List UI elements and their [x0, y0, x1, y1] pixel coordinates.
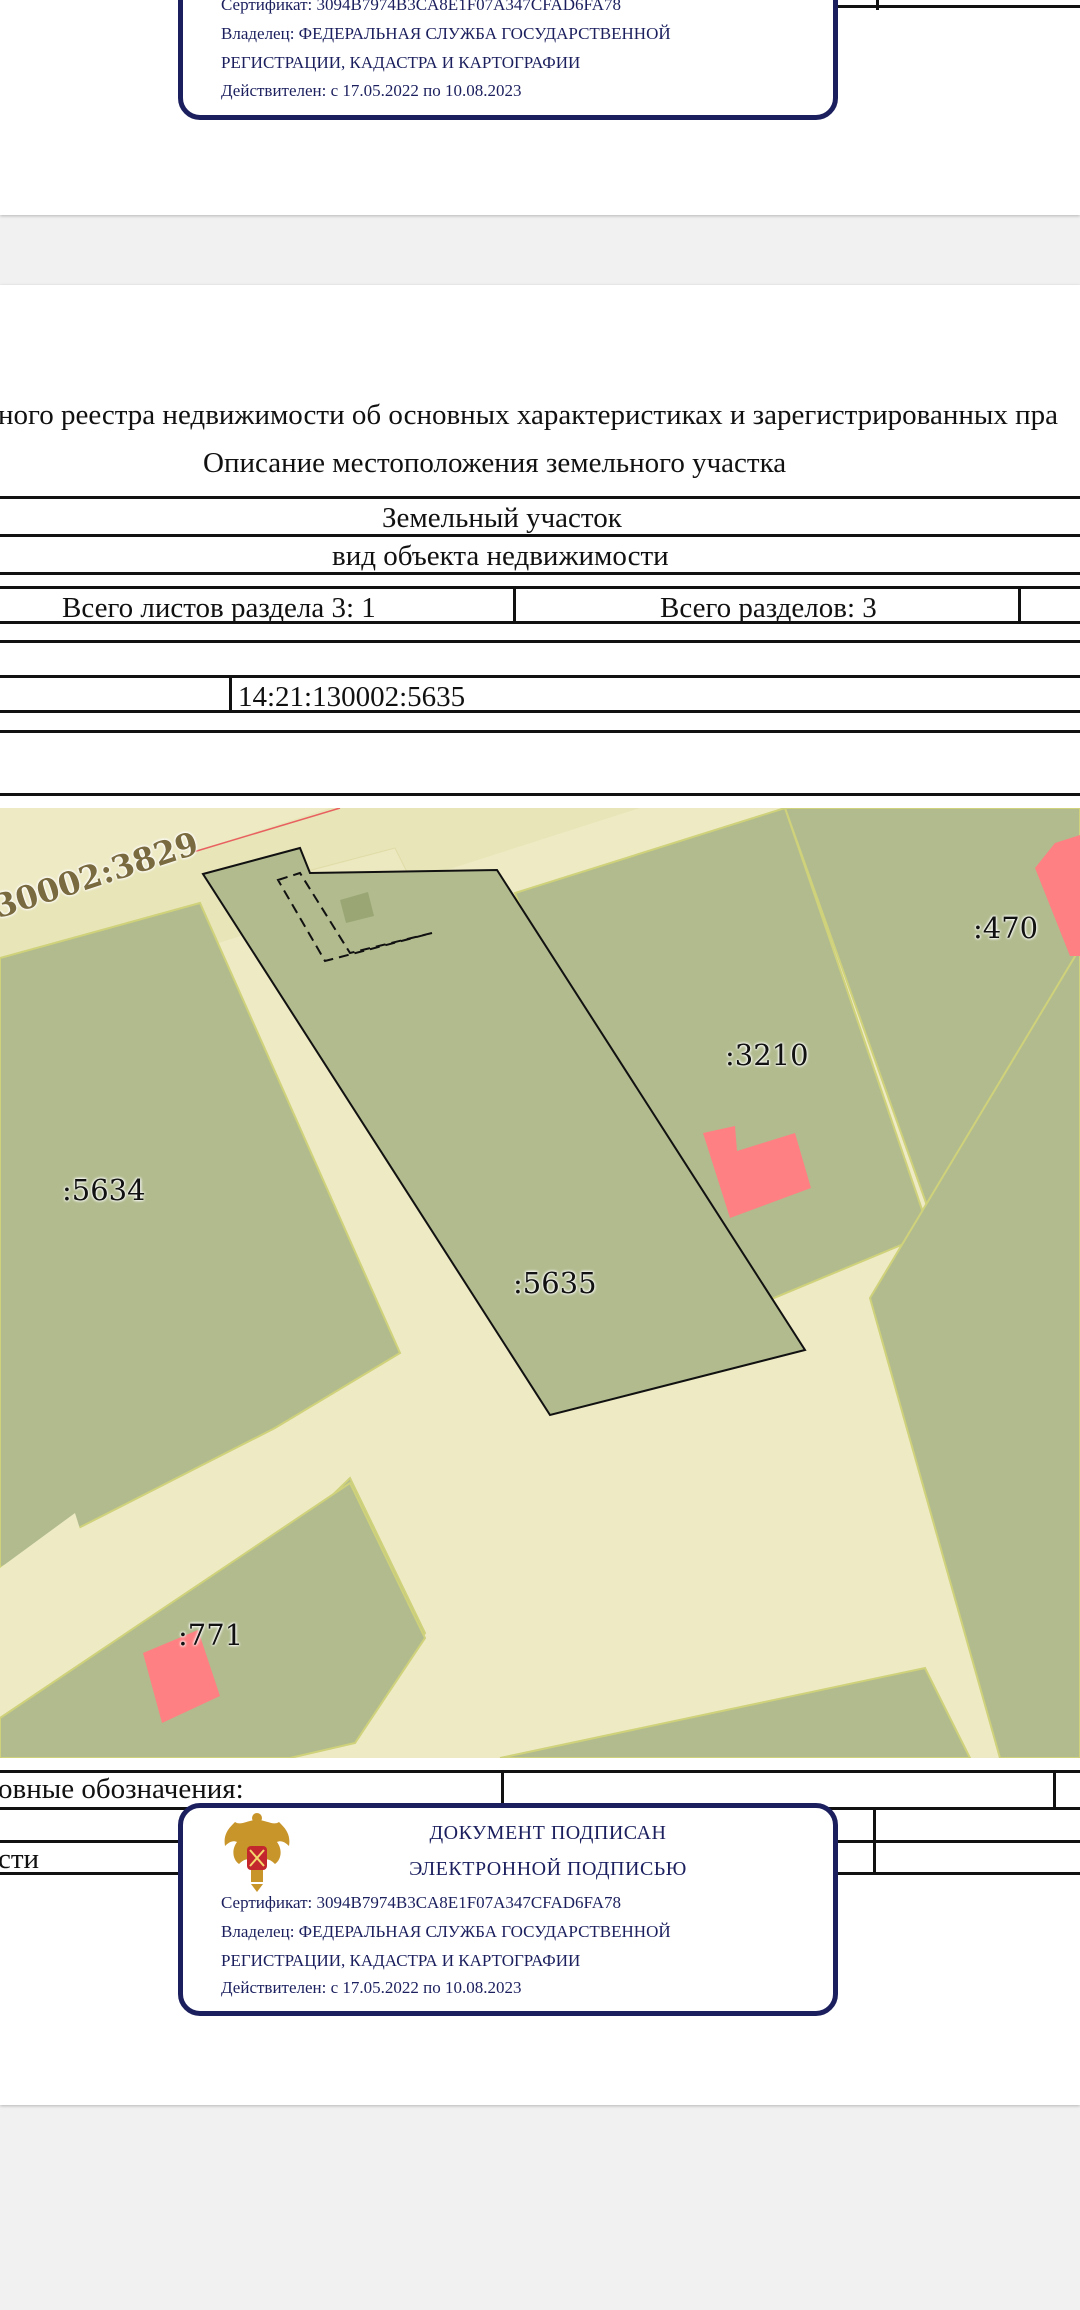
- map-label-771: :771: [178, 1618, 244, 1652]
- object-type: Земельный участок: [382, 502, 622, 534]
- stamp-owner-line2: РЕГИСТРАЦИИ, КАДАСТРА И КАРТОГРАФИИ: [221, 1951, 581, 1970]
- object-type-caption: вид объекта недвижимости: [332, 540, 669, 572]
- stamp-owner-line1: Владелец: ФЕДЕРАЛЬНАЯ СЛУЖБА ГОСУДАРСТВЕ…: [221, 1922, 671, 1941]
- table-border: [0, 621, 1080, 624]
- map-label-5634: :5634: [62, 1173, 146, 1207]
- stamp-validity: Действителен: с 17.05.2022 по 10.08.2023: [221, 81, 522, 100]
- table-border: [0, 496, 1080, 499]
- stamp-owner-line2: РЕГИСТРАЦИИ, КАДАСТРА И КАРТОГРАФИИ: [221, 53, 581, 72]
- sections-total: Всего разделов: 3: [660, 592, 877, 624]
- table-border: [513, 586, 516, 624]
- document-page: ного реестра недвижимости об основных ха…: [0, 285, 1080, 2105]
- table-border: [0, 793, 1080, 796]
- cadastral-number: 14:21:130002:5635: [238, 681, 466, 713]
- previous-page: Сертификат: 3094B7974B3CA8E1F07A347CFAD6…: [0, 0, 1080, 215]
- table-border: [229, 675, 232, 713]
- table-border: [0, 572, 1080, 575]
- stamp-validity: Действителен: с 17.05.2022 по 10.08.2023: [221, 1978, 522, 1997]
- stamp-title-line1: ДОКУМЕНТ ПОДПИСАН: [429, 1822, 667, 1844]
- bottom-row-label: сти: [0, 1843, 40, 1875]
- table-border: [0, 710, 1080, 713]
- map-label-5635: :5635: [513, 1266, 597, 1300]
- sheets-in-section: Всего листов раздела 3: 1: [62, 592, 376, 624]
- map-label-3210: :3210: [725, 1038, 809, 1072]
- map-label-470: :470: [973, 911, 1039, 945]
- cadastral-map: 30002:3829 :470 :3210 :5634 :5635 :771: [0, 808, 1080, 1758]
- signature-stamp: ДОКУМЕНТ ПОДПИСАН ЭЛЕКТРОННОЙ ПОДПИСЬЮ С…: [178, 1803, 838, 2016]
- table-border: [0, 730, 1080, 733]
- document-subheading: Описание местоположения земельного участ…: [203, 447, 787, 479]
- table-border: [1053, 1770, 1056, 1810]
- table-border: [838, 5, 1080, 8]
- table-border: [0, 675, 1080, 678]
- table-border: [1018, 586, 1021, 624]
- table-border: [0, 534, 1080, 537]
- legend-label: овные обозначения:: [0, 1773, 244, 1805]
- signature-stamp: Сертификат: 3094B7974B3CA8E1F07A347CFAD6…: [178, 0, 838, 120]
- stamp-certificate: Сертификат: 3094B7974B3CA8E1F07A347CFAD6…: [221, 1893, 621, 1912]
- stamp-title-line2: ЭЛЕКТРОННОЙ ПОДПИСЬЮ: [409, 1858, 687, 1880]
- table-border: [0, 586, 1080, 589]
- document-heading: ного реестра недвижимости об основных ха…: [0, 399, 1059, 431]
- stamp-certificate: Сертификат: 3094B7974B3CA8E1F07A347CFAD6…: [221, 0, 621, 14]
- stamp-owner-line1: Владелец: ФЕДЕРАЛЬНАЯ СЛУЖБА ГОСУДАРСТВЕ…: [221, 24, 671, 43]
- table-border: [0, 640, 1080, 643]
